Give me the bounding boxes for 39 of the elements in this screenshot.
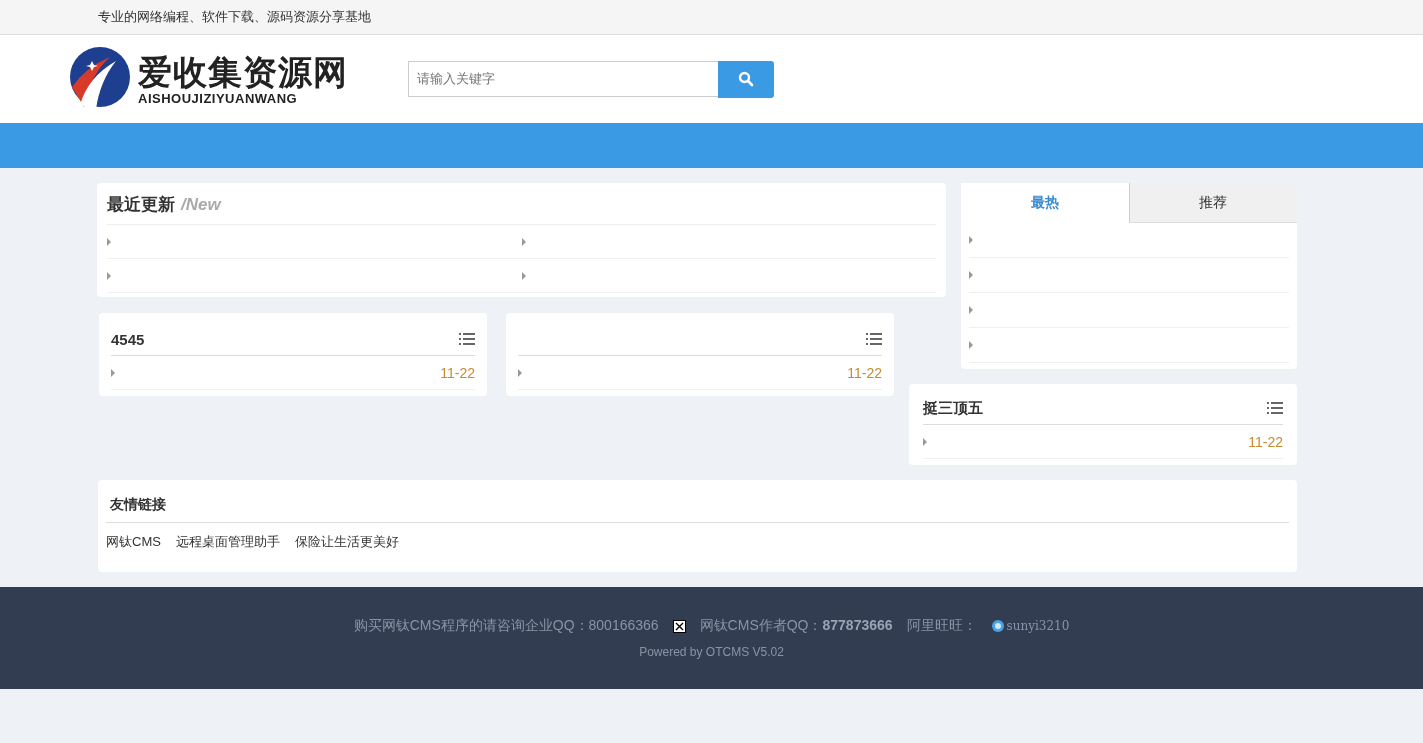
arrow-icon xyxy=(969,271,973,279)
list-icon[interactable] xyxy=(866,333,882,345)
search-button[interactable] xyxy=(718,60,774,98)
friend-link[interactable]: 远程桌面管理助手 xyxy=(175,533,280,551)
list-icon[interactable] xyxy=(1267,402,1283,414)
arrow-icon xyxy=(521,237,526,246)
arrow-icon xyxy=(969,236,973,244)
links-title: 友情链接 xyxy=(106,488,1289,523)
panel-title: 最近更新 xyxy=(107,194,175,216)
arrow-icon xyxy=(969,306,973,314)
arrow-icon xyxy=(923,437,927,446)
arrow-icon xyxy=(111,368,115,377)
box-title: 挺三顶五 xyxy=(923,398,983,418)
item-date: 11-22 xyxy=(847,364,882,381)
panel-subtitle: /New xyxy=(181,195,221,215)
search-field[interactable]: 请输入关键字 xyxy=(408,60,718,97)
logo-subtitle: AISHOUJIZIYUANWANG xyxy=(138,90,299,106)
powered-by: Powered by OTCMS V5.02 xyxy=(639,645,784,659)
wangwang-id: sunyi3210 xyxy=(1006,619,1070,633)
search-icon xyxy=(738,71,754,87)
chat-icon xyxy=(990,619,1005,633)
arrow-icon xyxy=(521,271,526,280)
tab[interactable]: 推荐 xyxy=(1128,183,1297,223)
friend-link[interactable]: 保险让生活更美好 xyxy=(294,533,399,551)
friend-link[interactable]: 网钛CMS xyxy=(106,533,161,551)
wangwang-label: 阿里旺旺： xyxy=(906,617,977,635)
author-qq: 网钛CMS作者QQ：877873666 xyxy=(699,617,893,635)
item-date: 11-22 xyxy=(440,364,475,381)
contact-text: 购买网钛CMS程序的请咨询企业QQ：800166366 xyxy=(353,617,659,635)
logo-title: 爱收集资源网 xyxy=(138,52,348,91)
item-date: 11-22 xyxy=(1248,433,1283,450)
box-title: 4545 xyxy=(111,330,145,348)
broken-image-icon xyxy=(672,619,686,633)
slogan: 专业的网络编程、软件下载、源码资源分享基地 xyxy=(98,8,371,26)
arrow-icon xyxy=(107,271,111,280)
arrow-icon xyxy=(969,341,973,349)
arrow-icon xyxy=(518,368,522,377)
arrow-icon xyxy=(107,237,111,246)
list-icon[interactable] xyxy=(459,333,475,345)
